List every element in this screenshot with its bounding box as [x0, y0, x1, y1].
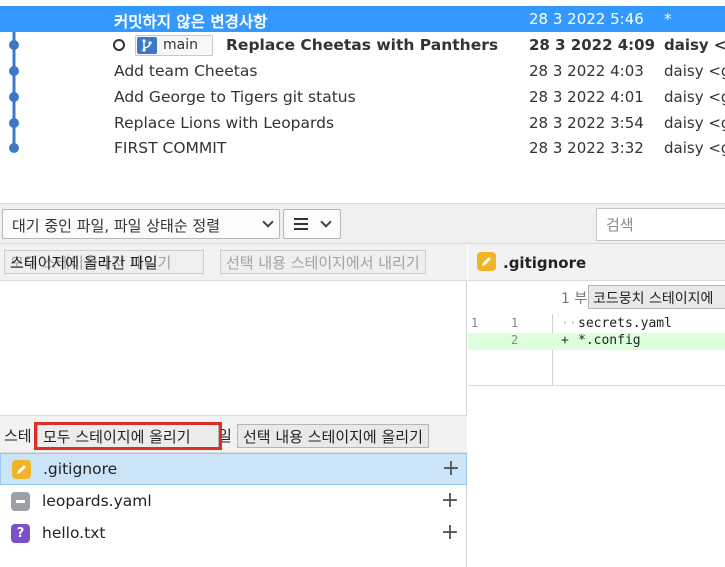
- modified-file-icon: [12, 460, 31, 479]
- file-row-gitignore[interactable]: .gitignore +: [0, 453, 467, 485]
- diff-code: *.config: [578, 333, 641, 348]
- search-input[interactable]: [596, 208, 725, 241]
- file-status-pane: 모두 스테이지에서 내리기 스테이지에 올라간 파일 선택 내용 스테이지에서 …: [0, 244, 467, 567]
- diff-header: .gitignore: [468, 244, 725, 281]
- file-name: leopards.yaml: [42, 492, 152, 510]
- diff-body[interactable]: 1 1 ··· secrets.yaml 2 + *.config: [468, 314, 725, 386]
- stage-selected-button[interactable]: 선택 내용 스테이지에 올리기: [237, 424, 429, 448]
- stage-file-plus-icon[interactable]: +: [439, 489, 461, 513]
- staged-files-title: 스테이지에 올라간 파일: [10, 254, 158, 272]
- diff-code: secrets.yaml: [578, 316, 672, 331]
- branch-tag-main[interactable]: main: [135, 35, 213, 56]
- hunk-header: 1 부 코드뭉치 스테이지에: [468, 281, 725, 314]
- branch-icon: [137, 37, 157, 54]
- file-name: hello.txt: [42, 524, 106, 542]
- history-row[interactable]: FIRST COMMIT 28 3 2022 3:32 daisy <g: [0, 135, 725, 161]
- commit-date: 28 3 2022 4:03: [529, 62, 644, 80]
- history-row-uncommitted[interactable]: 커밋하지 않은 변경사항 28 3 2022 5:46 *: [0, 6, 725, 32]
- unstaged-files-header: 스테 모두 스테이지에 올리기 일 선택 내용 스테이지에 올리기: [0, 415, 467, 453]
- chevron-down-icon: [262, 216, 274, 228]
- file-status-toolbar: 대기 중인 파일, 파일 상태순 정렬: [0, 203, 725, 244]
- commit-message: FIRST COMMIT: [114, 139, 227, 157]
- chevron-down-icon: [320, 216, 332, 228]
- staged-files-header: 모두 스테이지에서 내리기 스테이지에 올라간 파일 선택 내용 스테이지에서 …: [0, 244, 467, 281]
- modified-file-icon: [477, 252, 496, 271]
- commit-author: daisy <g: [664, 139, 725, 157]
- sort-dropdown[interactable]: 대기 중인 파일, 파일 상태순 정렬: [2, 209, 280, 239]
- commit-author: daisy <g: [664, 36, 725, 54]
- sort-dropdown-label: 대기 중인 파일, 파일 상태순 정렬: [12, 217, 221, 235]
- commit-date: 28 3 2022 4:01: [529, 88, 644, 106]
- file-name: .gitignore: [43, 460, 118, 478]
- untracked-file-icon: ?: [11, 524, 30, 543]
- old-line-number: 1: [471, 316, 479, 330]
- commit-date: 28 3 2022 5:46: [529, 10, 644, 28]
- stage-hunk-button[interactable]: 코드뭉치 스테이지에: [588, 285, 725, 309]
- diff-sign: +: [561, 333, 569, 348]
- history-row[interactable]: Add team Cheetas 28 3 2022 4:03 daisy <g: [0, 58, 725, 84]
- highlight-annotation: [34, 422, 222, 450]
- file-row-leopards[interactable]: leopards.yaml +: [0, 486, 467, 518]
- stage-file-plus-icon[interactable]: +: [440, 457, 462, 481]
- commit-message: Add team Cheetas: [114, 62, 258, 80]
- unstage-selected-button[interactable]: 선택 내용 스테이지에서 내리기: [220, 250, 426, 274]
- commit-author: daisy <g: [664, 88, 725, 106]
- head-marker-icon: [113, 39, 125, 51]
- commit-message: Replace Cheetas with Panthers: [226, 36, 499, 54]
- commit-message: Add George to Tigers git status: [114, 88, 356, 106]
- history-row[interactable]: main Replace Cheetas with Panthers 28 3 …: [0, 32, 725, 58]
- file-row-hello[interactable]: ? hello.txt +: [0, 518, 467, 550]
- stage-file-plus-icon[interactable]: +: [439, 521, 461, 545]
- commit-message: 커밋하지 않은 변경사항: [114, 13, 268, 31]
- diff-line-added: 2 + *.config: [468, 333, 725, 350]
- history-row[interactable]: Replace Lions with Leopards 28 3 2022 3:…: [0, 110, 725, 136]
- removed-file-icon: [11, 492, 30, 511]
- history-row[interactable]: Add George to Tigers git status 28 3 202…: [0, 84, 725, 110]
- unstage-all-button[interactable]: 모두 스테이지에서 내리기 스테이지에 올라간 파일: [4, 250, 204, 274]
- branch-label: main: [163, 37, 198, 53]
- commit-date: 28 3 2022 3:54: [529, 114, 644, 132]
- diff-filename: .gitignore: [503, 254, 587, 272]
- new-line-number: 2: [511, 333, 519, 347]
- commit-date: 28 3 2022 4:09: [529, 36, 656, 54]
- commit-history: 커밋하지 않은 변경사항 28 3 2022 5:46 * main Repla…: [0, 0, 725, 165]
- hunk-label: 1 부: [561, 291, 588, 307]
- commit-author: *: [664, 10, 672, 28]
- list-view-icon: [294, 218, 308, 230]
- diff-line: 1 1 ··· secrets.yaml: [468, 316, 725, 333]
- commit-author: daisy <g: [664, 62, 725, 80]
- diff-pane: .gitignore 1 부 코드뭉치 스테이지에 1 1 ··· secret…: [468, 244, 725, 567]
- new-line-number: 1: [511, 316, 519, 330]
- unstaged-files-title: 스테: [4, 427, 32, 445]
- commit-date: 28 3 2022 3:32: [529, 139, 644, 157]
- commit-message: Replace Lions with Leopards: [114, 114, 335, 132]
- commit-author: daisy <g: [664, 114, 725, 132]
- view-mode-dropdown[interactable]: [283, 209, 341, 239]
